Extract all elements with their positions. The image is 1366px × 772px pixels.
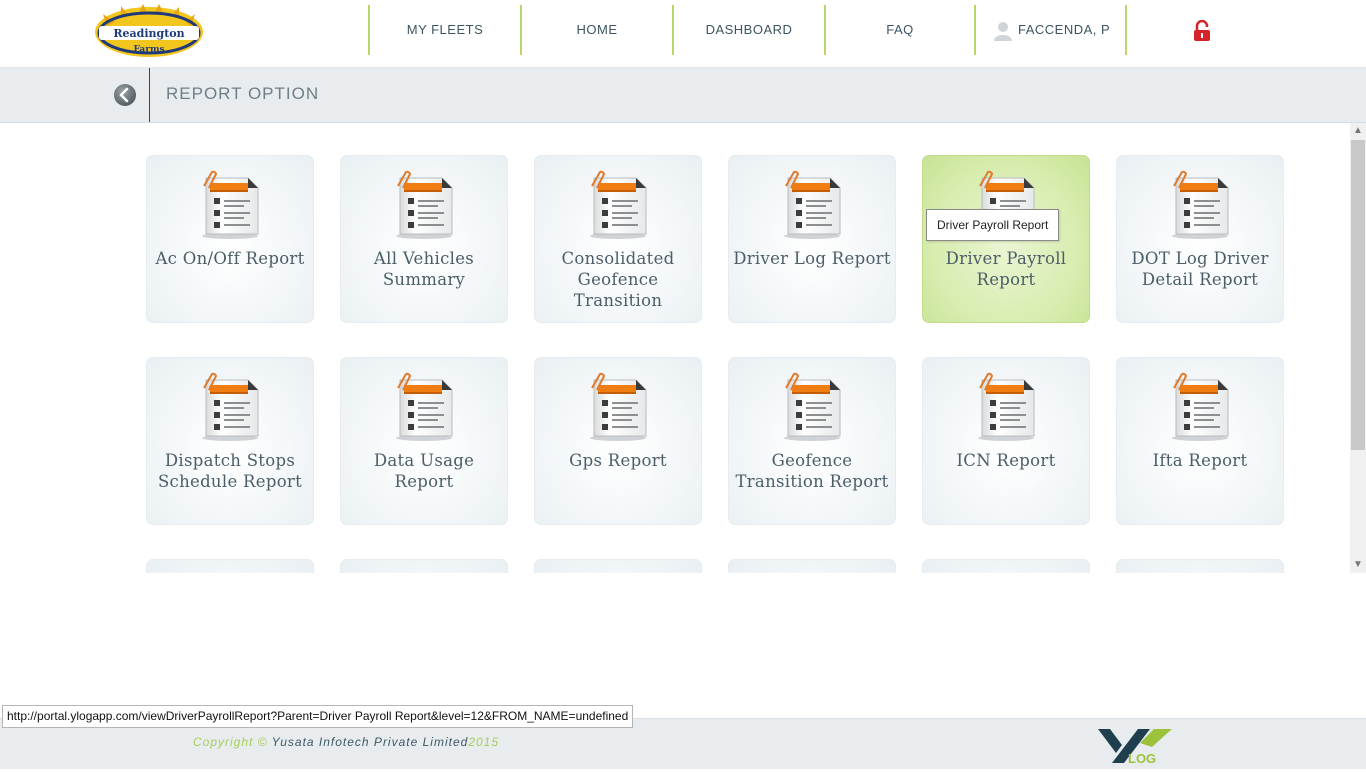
report-tile-ac-on-off[interactable]: Ac On/Off Report <box>146 155 314 323</box>
report-tile-partial[interactable] <box>340 559 508 573</box>
tooltip: Driver Payroll Report <box>926 209 1060 241</box>
report-tile-label: All Vehicles Summary <box>373 249 475 289</box>
user-icon <box>994 21 1012 41</box>
ylog-logo: LOG <box>1094 725 1176 767</box>
header-divider <box>149 68 150 122</box>
report-tile-consolidated-geofence[interactable]: Consolidated Geofence Transition <box>534 155 702 323</box>
report-tile-label: DOT Log Driver Detail Report <box>1131 249 1269 289</box>
report-tile-ifta[interactable]: Ifta Report <box>1116 357 1284 525</box>
report-tile-dispatch-stops[interactable]: Dispatch Stops Schedule Report <box>146 357 314 525</box>
nav-separator <box>974 5 976 55</box>
report-document-icon <box>784 372 841 441</box>
report-tile-all-vehicles-summary[interactable]: All Vehicles Summary <box>340 155 508 323</box>
copyright-text: Copyright © Yusata Infotech Private Limi… <box>193 735 499 749</box>
report-tile-partial[interactable] <box>728 559 896 573</box>
copyright-year: 2015 <box>468 735 500 749</box>
copyright-company: Yusata Infotech Private Limited <box>271 735 469 749</box>
report-tile-label: Consolidated Geofence Transition <box>561 249 675 310</box>
report-tile-icn[interactable]: ICN Report <box>922 357 1090 525</box>
report-document-icon <box>590 372 647 441</box>
report-document-icon <box>784 170 841 239</box>
report-tile-label: Data Usage Report <box>373 451 475 491</box>
report-document-icon <box>1172 170 1229 239</box>
report-tile-label: Ac On/Off Report <box>155 249 305 268</box>
nav-dashboard[interactable]: DASHBOARD <box>674 5 824 55</box>
report-tile-data-usage[interactable]: Data Usage Report <box>340 357 508 525</box>
copyright-prefix: Copyright © <box>193 735 272 749</box>
page-header-bar: REPORT OPTION <box>0 68 1366 123</box>
report-tile-gps[interactable]: Gps Report <box>534 357 702 525</box>
back-button[interactable] <box>113 83 137 107</box>
svg-text:Farms: Farms <box>133 45 164 55</box>
report-document-icon <box>396 170 453 239</box>
report-document-icon <box>1172 372 1229 441</box>
nav-home[interactable]: HOME <box>522 5 672 55</box>
report-tile-partial[interactable] <box>146 559 314 573</box>
nav-separator <box>1125 5 1127 55</box>
report-tile-geofence-transition[interactable]: Geofence Transition Report <box>728 357 896 525</box>
svg-text:Readington: Readington <box>113 27 184 40</box>
report-document-icon <box>978 372 1035 441</box>
status-bar-url: http://portal.ylogapp.com/viewDriverPayr… <box>2 705 634 728</box>
chevron-left-icon <box>114 84 136 106</box>
company-logo[interactable]: Readington Farms <box>93 4 205 58</box>
report-tile-label: ICN Report <box>956 451 1056 470</box>
report-tile-driver-log[interactable]: Driver Log Report <box>728 155 896 323</box>
report-tile-label: Gps Report <box>569 451 667 470</box>
report-tile-label: Geofence Transition Report <box>735 451 889 491</box>
report-tile-label: Driver Payroll Report <box>945 249 1067 289</box>
scroll-up-arrow-icon[interactable]: ▲ <box>1350 123 1366 139</box>
vertical-scrollbar[interactable]: ▲ ▼ <box>1350 123 1366 573</box>
page-title: REPORT OPTION <box>166 84 320 103</box>
report-document-icon <box>396 372 453 441</box>
report-tile-label: Dispatch Stops Schedule Report <box>157 451 303 491</box>
svg-text:LOG: LOG <box>1128 751 1156 766</box>
report-tile-partial[interactable] <box>922 559 1090 573</box>
top-header: Readington Farms MY FLEETS HOME DASHBOAR… <box>0 0 1366 68</box>
report-document-icon <box>202 170 259 239</box>
report-document-icon <box>590 170 647 239</box>
scroll-down-arrow-icon[interactable]: ▼ <box>1350 557 1366 573</box>
report-tile-label: Ifta Report <box>1152 451 1248 470</box>
report-tiles-grid: Ac On/Off Report All Vehicles Summary Co… <box>0 123 1350 573</box>
report-tile-label: Driver Log Report <box>733 249 891 268</box>
report-tile-partial[interactable] <box>534 559 702 573</box>
nav-user-name[interactable]: FACCENDA, P <box>1018 5 1114 55</box>
nav-faq[interactable]: FAQ <box>826 5 974 55</box>
report-tile-dot-log-driver-detail[interactable]: DOT Log Driver Detail Report <box>1116 155 1284 323</box>
report-document-icon <box>202 372 259 441</box>
report-tile-partial[interactable] <box>1116 559 1284 573</box>
scroll-thumb[interactable] <box>1351 140 1365 450</box>
nav-my-fleets[interactable]: MY FLEETS <box>370 5 520 55</box>
lock-icon[interactable] <box>1192 19 1212 42</box>
